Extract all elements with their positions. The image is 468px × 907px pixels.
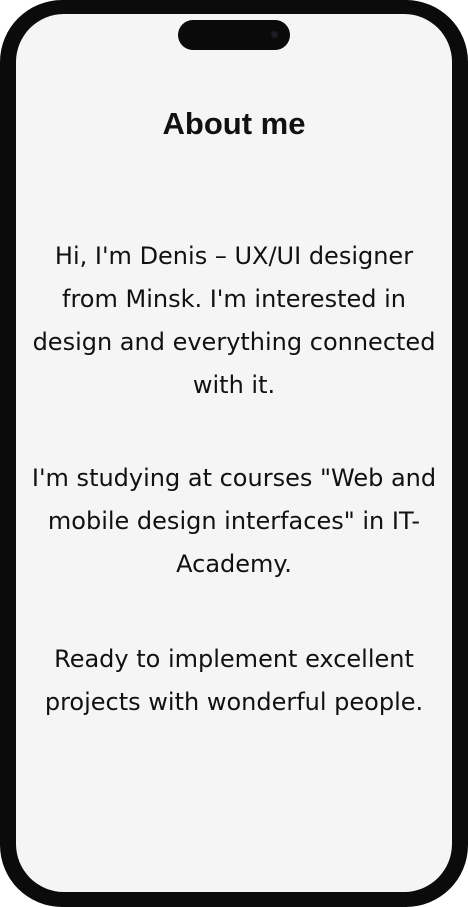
phone-frame: About me Hi, I'm Denis – UX/UI designer … <box>0 0 468 907</box>
closing-paragraph: Ready to implement excellent projects wi… <box>44 645 424 716</box>
screen: About me Hi, I'm Denis – UX/UI designer … <box>16 14 452 892</box>
volume-up-button <box>0 190 1 250</box>
education-paragraph: I'm studying at courses "Web and mobile … <box>31 464 437 578</box>
dynamic-island <box>178 20 290 50</box>
volume-down-button <box>0 266 1 326</box>
camera-icon <box>271 31 278 38</box>
intro-paragraph: Hi, I'm Denis – UX/UI designer from Mins… <box>32 242 436 399</box>
page-title: About me <box>162 106 306 141</box>
silent-switch <box>0 140 1 168</box>
